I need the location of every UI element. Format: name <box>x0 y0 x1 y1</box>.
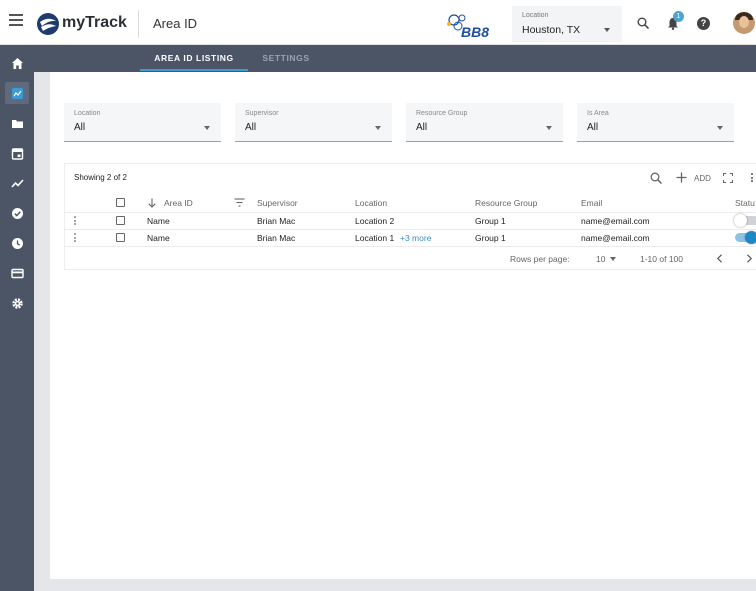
status-toggle[interactable] <box>735 231 756 244</box>
active-tab-indicator <box>140 69 248 71</box>
location-more-link[interactable]: +3 more <box>400 233 431 243</box>
search-icon[interactable] <box>637 17 649 29</box>
column-header-email[interactable]: Email <box>581 198 602 208</box>
top-bar: myTrack Area ID BB8 Location Houston, TX… <box>0 0 756 45</box>
tab-settings[interactable]: SETTINGS <box>254 45 318 72</box>
cell-email: name@email.com <box>581 233 650 243</box>
cell-email: name@email.com <box>581 216 650 226</box>
column-header-location[interactable]: Location <box>355 198 387 208</box>
chevron-down-icon[interactable] <box>610 257 616 261</box>
cell-resource-group: Group 1 <box>475 216 506 226</box>
table-divider <box>64 229 756 230</box>
add-icon[interactable] <box>676 172 687 183</box>
page-title: Area ID <box>153 16 198 31</box>
filter-label: Resource Group <box>416 110 468 117</box>
filter-supervisor[interactable]: Supervisor All <box>235 103 392 142</box>
avatar[interactable] <box>733 12 755 34</box>
column-header-area-id[interactable]: Area ID <box>164 198 193 208</box>
filter-is-area[interactable]: Is Area All <box>577 103 734 142</box>
cell-supervisor: Brian Mac <box>257 233 296 243</box>
cell-supervisor: Brian Mac <box>257 216 296 226</box>
row-menu-icon[interactable] <box>74 216 77 226</box>
sidebar-item-settings[interactable] <box>5 292 29 314</box>
cell-location: Location 2 <box>355 216 395 226</box>
showing-count: Showing 2 of 2 <box>74 173 127 182</box>
filter-value: All <box>245 122 257 133</box>
cell-resource-group: Group 1 <box>475 233 506 243</box>
add-button[interactable]: ADD <box>694 174 711 183</box>
sidebar-item-dashboard[interactable] <box>5 82 29 104</box>
bb8-logo-text: BB8 <box>461 24 490 40</box>
sidebar <box>0 45 34 591</box>
column-header-resource-group[interactable]: Resource Group <box>475 198 537 208</box>
column-header-status[interactable]: Statu <box>735 198 755 208</box>
filter-value: All <box>74 122 86 133</box>
table-divider <box>64 246 756 247</box>
sidebar-item-folder[interactable] <box>5 112 29 134</box>
mytrack-logo-icon <box>37 13 59 35</box>
filter-value: All <box>587 122 599 133</box>
page-bottom-margin <box>34 579 756 591</box>
sidebar-item-time[interactable] <box>5 232 29 254</box>
sidebar-item-trend[interactable] <box>5 172 29 194</box>
tab-area-id-listing[interactable]: AREA ID LISTING <box>140 45 248 72</box>
chevron-down-icon <box>717 126 723 130</box>
cell-area-id[interactable]: Name <box>147 216 170 226</box>
folder-icon <box>11 119 23 128</box>
toggle-knob <box>745 231 756 244</box>
location-select-value: Houston, TX <box>522 24 581 36</box>
rows-per-page-label: Rows per page: <box>510 254 570 264</box>
filter-label: Is Area <box>587 110 609 117</box>
gear-icon <box>11 297 23 309</box>
more-vert-icon[interactable] <box>751 173 754 183</box>
content-panel <box>50 72 756 579</box>
sidebar-item-tasks[interactable] <box>5 202 29 224</box>
pagination-range: 1-10 of 100 <box>640 254 684 264</box>
location-select[interactable]: Location Houston, TX <box>512 6 622 42</box>
toggle-knob <box>734 214 747 227</box>
row-checkbox[interactable] <box>116 216 125 225</box>
location-select-label: Location <box>522 12 549 19</box>
table-divider <box>64 212 756 213</box>
sidebar-item-billing[interactable] <box>5 262 29 284</box>
select-all-checkbox[interactable] <box>116 198 125 207</box>
header-divider <box>138 10 139 38</box>
cell-location: Location 1 <box>355 233 395 243</box>
hamburger-menu-icon[interactable] <box>9 14 23 30</box>
filter-location[interactable]: Location All <box>64 103 221 142</box>
status-toggle[interactable] <box>734 214 756 227</box>
chevron-down-icon <box>604 28 610 32</box>
home-icon <box>11 57 23 69</box>
arrow-down-icon[interactable] <box>148 198 156 208</box>
filter-label: Supervisor <box>245 110 279 117</box>
rows-per-page-select[interactable]: 10 <box>596 254 605 264</box>
help-icon[interactable]: ? <box>697 17 710 30</box>
dashboard-icon <box>11 87 23 99</box>
chevron-left-icon[interactable] <box>716 254 723 263</box>
notification-badge: 1 <box>673 11 684 22</box>
tab-bar: AREA ID LISTING SETTINGS <box>34 45 756 72</box>
chevron-down-icon <box>204 126 210 130</box>
filter-label: Location <box>74 110 101 117</box>
chevron-right-icon[interactable] <box>746 254 753 263</box>
card-icon <box>10 268 24 278</box>
cell-area-id[interactable]: Name <box>147 233 170 243</box>
search-icon[interactable] <box>650 172 662 184</box>
trend-icon <box>10 178 24 188</box>
filter-resource-group[interactable]: Resource Group All <box>406 103 563 142</box>
filter-value: All <box>416 122 428 133</box>
app-name: myTrack <box>62 14 127 31</box>
row-checkbox[interactable] <box>116 233 125 242</box>
chevron-down-icon <box>546 126 552 130</box>
fullscreen-icon[interactable] <box>723 173 733 183</box>
chevron-down-icon <box>375 126 381 130</box>
calendar-icon <box>11 147 23 160</box>
check-circle-icon <box>11 207 23 219</box>
sidebar-item-calendar[interactable] <box>5 142 29 164</box>
row-menu-icon[interactable] <box>74 233 77 243</box>
filter-list-icon[interactable] <box>234 198 245 207</box>
sidebar-item-home[interactable] <box>5 52 29 74</box>
clock-icon <box>11 237 23 249</box>
column-header-supervisor[interactable]: Supervisor <box>257 198 298 208</box>
